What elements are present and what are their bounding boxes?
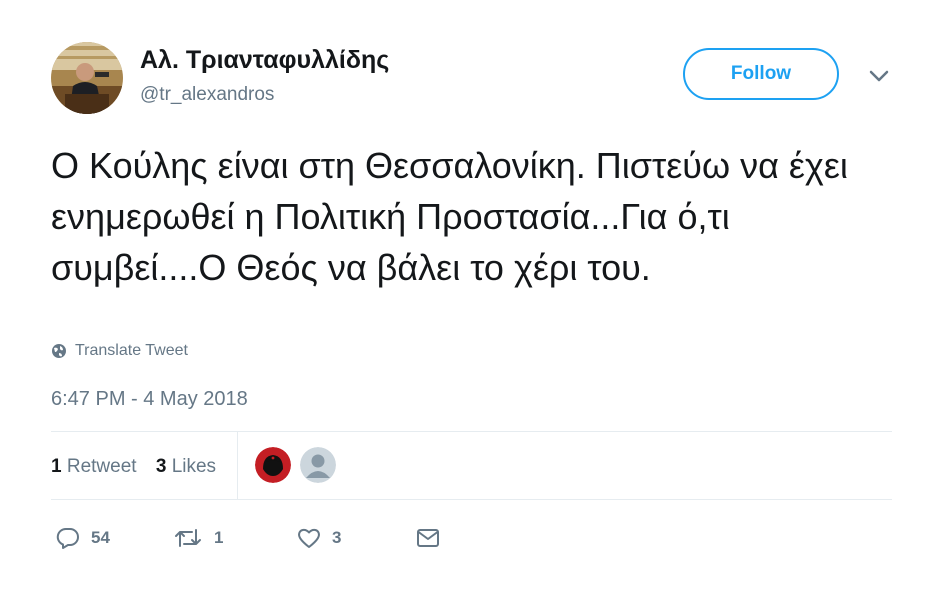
chevron-down-icon[interactable] (866, 66, 892, 86)
likes-count: 3 (155, 456, 167, 477)
follow-button[interactable]: Follow (683, 48, 839, 100)
liker-avatar[interactable] (300, 447, 336, 483)
retweet-button[interactable]: 1 (172, 526, 223, 550)
retweet-icon (175, 529, 201, 547)
like-count: 3 (332, 528, 342, 547)
retweets-count: 1 (51, 456, 62, 477)
user-avatar[interactable] (51, 42, 123, 114)
reply-button[interactable]: 54 (55, 526, 110, 550)
retweet-count: 1 (214, 528, 224, 547)
liker-avatar[interactable] (255, 447, 291, 483)
divider (51, 499, 892, 500)
tweet-text: Ο Κούλης είναι στη Θεσσαλονίκη. Πιστεύω … (51, 145, 848, 288)
tweet-timestamp[interactable]: 6:47 PM - 4 May 2018 (51, 388, 248, 411)
globe-icon (52, 344, 66, 358)
divider (51, 431, 892, 432)
divider (237, 432, 238, 499)
tweet-stats: 1 Retweet 3 Likes (51, 456, 230, 478)
user-handle[interactable]: @tr_alexandros (140, 84, 274, 106)
direct-message-button[interactable] (415, 526, 441, 550)
translate-tweet-link[interactable]: Translate Tweet (51, 342, 188, 360)
user-display-name[interactable]: Αλ. Τριανταφυλλίδης (140, 46, 389, 75)
retweets-label: Retweet (66, 456, 137, 477)
envelope-icon (417, 529, 439, 547)
reply-icon (56, 527, 79, 549)
heart-icon (298, 528, 320, 548)
likes-label: Likes (171, 456, 217, 477)
reply-count: 54 (91, 528, 110, 547)
likes-stat[interactable]: 3 Likes (156, 456, 216, 477)
translate-tweet-label: Translate Tweet (75, 342, 188, 359)
retweets-stat[interactable]: 1 Retweet (51, 456, 137, 477)
like-button[interactable]: 3 (296, 526, 341, 550)
